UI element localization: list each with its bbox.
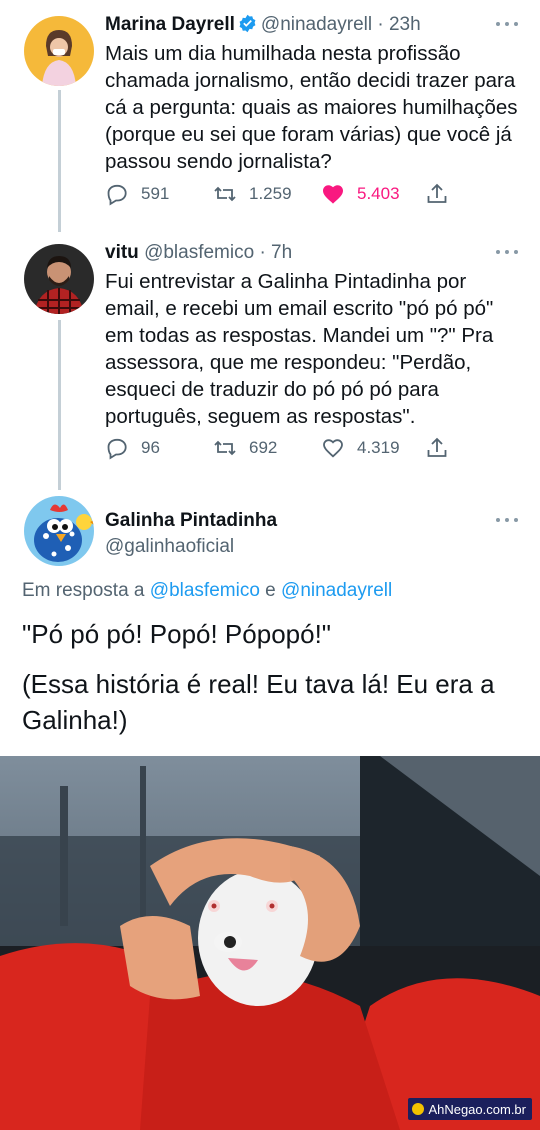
username[interactable]: @galinhaoficial [105, 536, 234, 558]
tweet-text: Fui entrevistar a Galinha Pintadinha por… [105, 270, 494, 428]
avatar-vitu-image [24, 244, 94, 314]
display-name[interactable]: Galinha Pintadinha [105, 510, 277, 532]
more-options-icon[interactable] [496, 248, 518, 256]
like-count: 4.319 [357, 438, 400, 457]
timestamp[interactable]: · 7h [259, 242, 292, 263]
reply-button[interactable]: 591 [105, 182, 169, 206]
reply-button[interactable]: 96 [105, 436, 160, 460]
retweet-button[interactable]: 1.259 [213, 182, 292, 206]
timestamp[interactable]: · 23h [377, 14, 420, 35]
attached-photo[interactable]: AhNegao.com.br [0, 756, 540, 1130]
reply-count: 591 [141, 184, 170, 203]
reply-mention-ninadayrell[interactable]: @ninadayrell [281, 580, 392, 601]
watermark-text: AhNegao.com.br [428, 1101, 526, 1117]
avatar-galinha[interactable] [24, 496, 94, 566]
watermark: AhNegao.com.br [408, 1098, 532, 1120]
verified-badge-icon [239, 14, 256, 33]
watermark-logo-icon [412, 1103, 425, 1115]
share-icon [427, 183, 447, 203]
share-icon [427, 437, 447, 457]
tweet-text-line2: (Essa história é real! Eu tava lá! Eu er… [22, 669, 495, 735]
thread-line [58, 90, 61, 232]
more-options-icon[interactable] [496, 516, 518, 524]
tweet-header: Marina Dayrell @ninadayrell · 23h [105, 14, 421, 36]
tweet-actions: 96 692 4.319 [105, 436, 465, 464]
heart-filled-icon [323, 185, 343, 204]
username[interactable]: @blasfemico [144, 242, 254, 263]
avatar-vitu[interactable] [24, 244, 94, 314]
retweet-count: 692 [249, 438, 278, 457]
reply-count: 96 [141, 438, 160, 457]
tweet-header: vitu @blasfemico · 7h [105, 242, 292, 264]
reply-icon [107, 184, 127, 206]
dog-photo-image [0, 756, 540, 1130]
username[interactable]: @ninadayrell [261, 14, 372, 35]
retweet-icon [214, 186, 236, 202]
tweet-text: Mais um dia humilhada nesta profissão ch… [105, 42, 518, 173]
avatar-galinha-image [24, 496, 94, 566]
reply-icon [107, 438, 127, 460]
retweet-icon [214, 440, 236, 456]
thread-line [58, 320, 61, 490]
display-name[interactable]: vitu [105, 242, 139, 263]
more-options-icon[interactable] [496, 20, 518, 28]
avatar-marina-image [24, 16, 94, 86]
reply-context: Em resposta a @blasfemico e @ninadayrell [22, 580, 392, 602]
reply-mention-blasfemico[interactable]: @blasfemico [150, 580, 260, 601]
display-name[interactable]: Marina Dayrell [105, 14, 235, 35]
reply-conjunction: e [265, 580, 276, 601]
retweet-button[interactable]: 692 [213, 436, 277, 460]
tweet-actions: 591 1.259 5.403 [105, 182, 465, 210]
share-button[interactable] [425, 436, 461, 460]
like-button[interactable]: 4.319 [321, 436, 400, 460]
retweet-count: 1.259 [249, 184, 292, 203]
heart-outline-icon [323, 439, 343, 458]
reply-prefix: Em resposta a [22, 580, 145, 601]
like-count: 5.403 [357, 184, 400, 203]
tweet-text-line1: "Pó pó pó! Popó! Pópopó!" [22, 619, 332, 649]
avatar-marina[interactable] [24, 16, 94, 86]
share-button[interactable] [425, 182, 461, 206]
like-button[interactable]: 5.403 [321, 182, 400, 206]
